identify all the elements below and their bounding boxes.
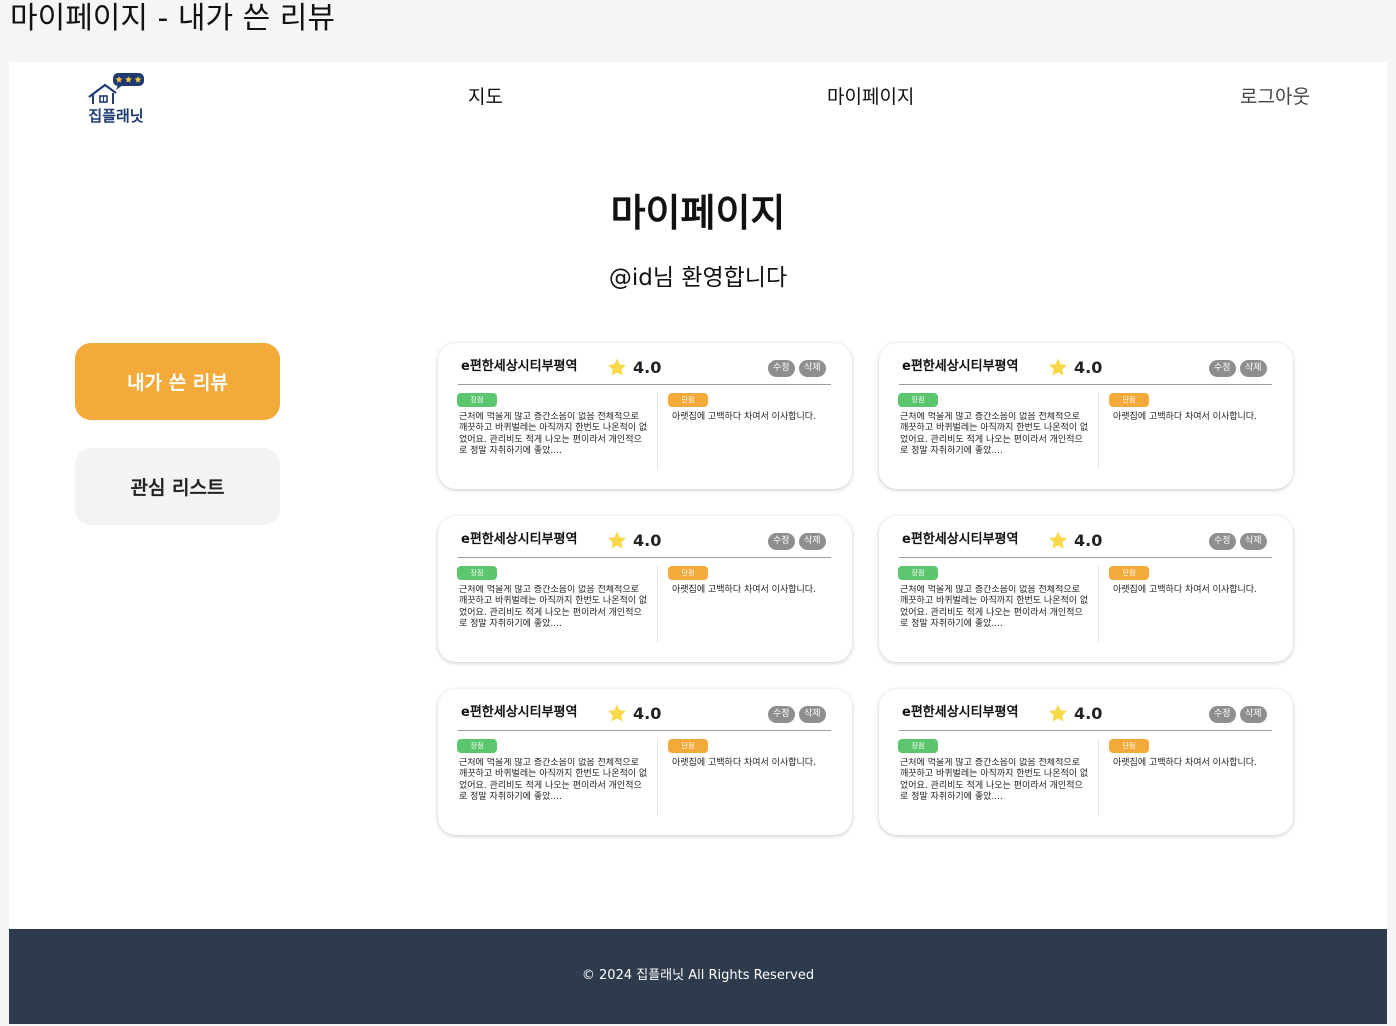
site-footer: © 2024 집플래닛 All Rights Reserved xyxy=(9,929,1387,1024)
star-icon xyxy=(1049,704,1067,722)
rating-value: 4.0 xyxy=(1074,704,1103,723)
star-icon xyxy=(608,531,626,549)
column-divider xyxy=(657,739,658,815)
con-tag: 단점 xyxy=(668,393,708,407)
review-card: e편한세상시티부평역 4.0 수정 삭제 장점 단점 근처에 먹을게 많고 층간… xyxy=(879,689,1293,835)
pro-text: 근처에 먹을게 많고 층간소음이 없음 전체적으로 깨끗하고 바퀴벌레는 아직까… xyxy=(900,758,1089,803)
edit-button[interactable]: 수정 xyxy=(1209,360,1236,377)
review-title: e편한세상시티부평역 xyxy=(902,532,1019,547)
review-title: e편한세상시티부평역 xyxy=(902,705,1019,720)
pro-text: 근처에 먹을게 많고 층간소음이 없음 전체적으로 깨끗하고 바퀴벌레는 아직까… xyxy=(459,412,648,457)
rating-value: 4.0 xyxy=(633,358,662,377)
pro-tag: 장점 xyxy=(898,566,938,580)
rating-value: 4.0 xyxy=(633,531,662,550)
con-text: 아랫집에 고백하다 차여서 이사합니다. xyxy=(672,585,816,595)
delete-button[interactable]: 삭제 xyxy=(799,533,826,550)
rating-value: 4.0 xyxy=(1074,358,1103,377)
delete-button[interactable]: 삭제 xyxy=(1240,360,1267,377)
svg-text:집플래닛: 집플래닛 xyxy=(88,107,143,125)
card-divider xyxy=(899,384,1272,385)
edit-button[interactable]: 수정 xyxy=(1209,533,1236,550)
card-divider xyxy=(458,730,831,731)
star-icon xyxy=(1049,358,1067,376)
pro-tag: 장점 xyxy=(898,739,938,753)
pro-text: 근처에 먹을게 많고 층간소음이 없음 전체적으로 깨끗하고 바퀴벌레는 아직까… xyxy=(459,758,648,803)
review-card: e편한세상시티부평역 4.0 수정 삭제 장점 단점 근처에 먹을게 많고 층간… xyxy=(438,343,852,489)
con-tag: 단점 xyxy=(1109,739,1149,753)
con-text: 아랫집에 고백하다 차여서 이사합니다. xyxy=(1113,585,1257,595)
welcome-message: @id님 환영합니다 xyxy=(608,265,788,291)
edit-button[interactable]: 수정 xyxy=(768,533,795,550)
pro-text: 근처에 먹을게 많고 층간소음이 없음 전체적으로 깨끗하고 바퀴벌레는 아직까… xyxy=(459,585,648,630)
con-text: 아랫집에 고백하다 차여서 이사합니다. xyxy=(672,758,816,768)
window-title: 마이페이지 - 내가 쓴 리뷰 xyxy=(10,1,335,36)
review-card: e편한세상시티부평역 4.0 수정 삭제 장점 단점 근처에 먹을게 많고 층간… xyxy=(438,689,852,835)
pro-tag: 장점 xyxy=(898,393,938,407)
edit-button[interactable]: 수정 xyxy=(768,706,795,723)
delete-button[interactable]: 삭제 xyxy=(1240,533,1267,550)
review-title: e편한세상시티부평역 xyxy=(902,359,1019,374)
column-divider xyxy=(1098,739,1099,815)
site-header: 집플래닛 지도 마이페이지 로그아웃 xyxy=(9,62,1387,134)
rating-value: 4.0 xyxy=(1074,531,1103,550)
nav-mypage-link[interactable]: 마이페이지 xyxy=(827,84,914,110)
page-title: 마이페이지 xyxy=(610,191,786,235)
star-icon xyxy=(608,704,626,722)
review-card: e편한세상시티부평역 4.0 수정 삭제 장점 단점 근처에 먹을게 많고 층간… xyxy=(879,516,1293,662)
pro-tag: 장점 xyxy=(457,566,497,580)
con-text: 아랫집에 고백하다 차여서 이사합니다. xyxy=(1113,412,1257,422)
delete-button[interactable]: 삭제 xyxy=(799,706,826,723)
con-tag: 단점 xyxy=(668,566,708,580)
delete-button[interactable]: 삭제 xyxy=(1240,706,1267,723)
delete-button[interactable]: 삭제 xyxy=(799,360,826,377)
nav-map-link[interactable]: 지도 xyxy=(468,84,503,110)
review-title: e편한세상시티부평역 xyxy=(461,359,578,374)
column-divider xyxy=(1098,566,1099,642)
edit-button[interactable]: 수정 xyxy=(768,360,795,377)
card-divider xyxy=(899,730,1272,731)
footer-copyright: © 2024 집플래닛 All Rights Reserved xyxy=(581,968,815,983)
column-divider xyxy=(657,566,658,642)
card-divider xyxy=(458,557,831,558)
column-divider xyxy=(657,393,658,469)
con-text: 아랫집에 고백하다 차여서 이사합니다. xyxy=(672,412,816,422)
review-card: e편한세상시티부평역 4.0 수정 삭제 장점 단점 근처에 먹을게 많고 층간… xyxy=(879,343,1293,489)
edit-button[interactable]: 수정 xyxy=(1209,706,1236,723)
logo-icon[interactable]: 집플래닛 xyxy=(85,70,147,126)
star-icon xyxy=(1049,531,1067,549)
rating-value: 4.0 xyxy=(633,704,662,723)
con-text: 아랫집에 고백하다 차여서 이사합니다. xyxy=(1113,758,1257,768)
nav-logout-link[interactable]: 로그아웃 xyxy=(1240,84,1310,110)
con-tag: 단점 xyxy=(668,739,708,753)
pro-text: 근처에 먹을게 많고 층간소음이 없음 전체적으로 깨끗하고 바퀴벌레는 아직까… xyxy=(900,585,1089,630)
pro-tag: 장점 xyxy=(457,393,497,407)
review-title: e편한세상시티부평역 xyxy=(461,705,578,720)
review-card: e편한세상시티부평역 4.0 수정 삭제 장점 단점 근처에 먹을게 많고 층간… xyxy=(438,516,852,662)
con-tag: 단점 xyxy=(1109,566,1149,580)
card-divider xyxy=(899,557,1272,558)
card-divider xyxy=(458,384,831,385)
review-title: e편한세상시티부평역 xyxy=(461,532,578,547)
sidebar-item-wishlist[interactable]: 관심 리스트 xyxy=(75,448,280,525)
column-divider xyxy=(1098,393,1099,469)
con-tag: 단점 xyxy=(1109,393,1149,407)
pro-text: 근처에 먹을게 많고 층간소음이 없음 전체적으로 깨끗하고 바퀴벌레는 아직까… xyxy=(900,412,1089,457)
sidebar-item-my-reviews[interactable]: 내가 쓴 리뷰 xyxy=(75,343,280,420)
page-frame: 집플래닛 지도 마이페이지 로그아웃 마이페이지 @id님 환영합니다 내가 쓴… xyxy=(9,62,1387,1024)
star-icon xyxy=(608,358,626,376)
pro-tag: 장점 xyxy=(457,739,497,753)
